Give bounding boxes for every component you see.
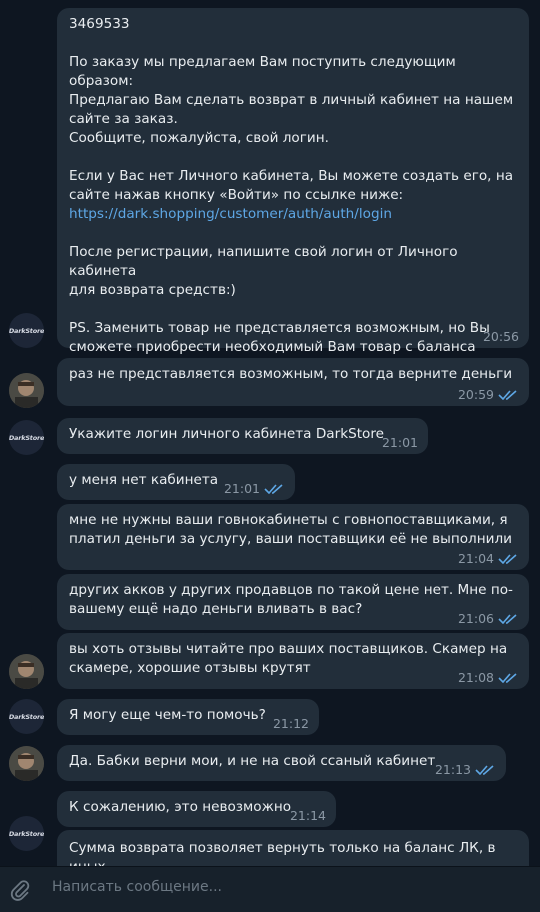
double-check-icon <box>475 765 494 775</box>
darkstore-avatar[interactable]: DarkStore <box>9 420 44 455</box>
double-check-icon <box>498 390 517 400</box>
chat-area[interactable]: 3469533 По заказу мы предлагаем Вам пост… <box>0 0 540 866</box>
message-bubble: Укажите логин личного кабинета DarkStore… <box>57 418 428 454</box>
message-text: Сумма возврата позволяет вернуть только … <box>69 840 496 866</box>
darkstore-avatar[interactable]: DarkStore <box>9 816 44 851</box>
message-text: вы хоть отзывы читайте про ваших поставщ… <box>69 641 508 676</box>
message-time: 21:08 <box>457 670 494 685</box>
message-bubble: вы хоть отзывы читайте про ваших поставщ… <box>57 633 529 689</box>
user-avatar[interactable] <box>9 654 44 689</box>
message-meta: 21:13 <box>435 762 496 777</box>
paperclip-icon[interactable] <box>8 878 32 902</box>
message-meta: 21:08 <box>458 670 519 685</box>
message-meta: 21:14 <box>290 808 326 823</box>
message-meta: 20:56 <box>483 329 519 344</box>
double-check-icon <box>498 554 517 564</box>
user-avatar[interactable] <box>9 746 44 781</box>
message-text: раз не представляется возможным, то тогд… <box>69 366 513 382</box>
darkstore-avatar[interactable]: DarkStore <box>9 699 44 734</box>
message-text: мне не нужны ваши говнокабинеты с говноп… <box>69 512 512 547</box>
message-bubble: К сожалению, это невозможно 21:14 <box>57 791 336 827</box>
message-meta: 21:01 <box>224 481 285 496</box>
message-time: 20:59 <box>457 387 494 402</box>
message-time: 21:01 <box>381 435 418 450</box>
message-bubble: других акков у других продавцов по такой… <box>57 574 529 630</box>
message-link[interactable]: https://dark.shopping/customer/auth/auth… <box>69 205 517 224</box>
message-meta: 21:12 <box>273 716 309 731</box>
message-meta: 21:04 <box>458 551 519 566</box>
double-check-icon <box>498 614 517 624</box>
double-check-icon <box>498 673 517 683</box>
user-photo-icon <box>9 373 44 408</box>
message-bubble: мне не нужны ваши говнокабинеты с говноп… <box>57 504 529 570</box>
message-meta: 20:59 <box>458 387 519 402</box>
message-meta: 21:06 <box>458 611 519 626</box>
message-time: 20:56 <box>482 329 519 344</box>
double-check-icon <box>264 484 283 494</box>
message-input[interactable]: Написать сообщение... <box>52 879 222 895</box>
message-time: 21:04 <box>457 551 494 566</box>
message-time: 21:14 <box>289 808 326 823</box>
message-bubble: у меня нет кабинета 21:01 <box>57 464 295 500</box>
message-bubble: Я могу еще чем-то помочь? 21:12 <box>57 699 319 735</box>
message-time: 21:12 <box>272 716 309 731</box>
message-text: К сожалению, это невозможно <box>69 799 292 815</box>
message-bubble: Сумма возврата позволяет вернуть только … <box>57 830 529 866</box>
message-bubble: Да. Бабки верни мои, и не на свой ссаный… <box>57 745 506 781</box>
user-avatar[interactable] <box>9 373 44 408</box>
message-text: Укажите логин личного кабинета DarkStore <box>69 426 385 442</box>
message-time: 21:13 <box>434 762 471 777</box>
message-text: После регистрации, напишите свой логин о… <box>69 244 490 374</box>
message-text: других акков у других продавцов по такой… <box>69 582 513 617</box>
user-photo-icon <box>9 654 44 689</box>
message-bubble: 3469533 По заказу мы предлагаем Вам пост… <box>57 8 529 374</box>
user-photo-icon <box>9 746 44 781</box>
message-text: Да. Бабки верни мои, и не на свой ссаный… <box>69 753 436 769</box>
message-text: 3469533 По заказу мы предлагаем Вам пост… <box>69 16 514 203</box>
message-meta: 21:01 <box>382 435 418 450</box>
message-time: 21:01 <box>223 481 260 496</box>
message-composer: Написать сообщение... <box>0 866 540 912</box>
message-text: Я могу еще чем-то помочь? <box>69 707 266 723</box>
message-time: 21:06 <box>457 611 494 626</box>
message-bubble: раз не представляется возможным, то тогд… <box>57 358 529 406</box>
darkstore-avatar[interactable]: DarkStore <box>9 313 44 348</box>
